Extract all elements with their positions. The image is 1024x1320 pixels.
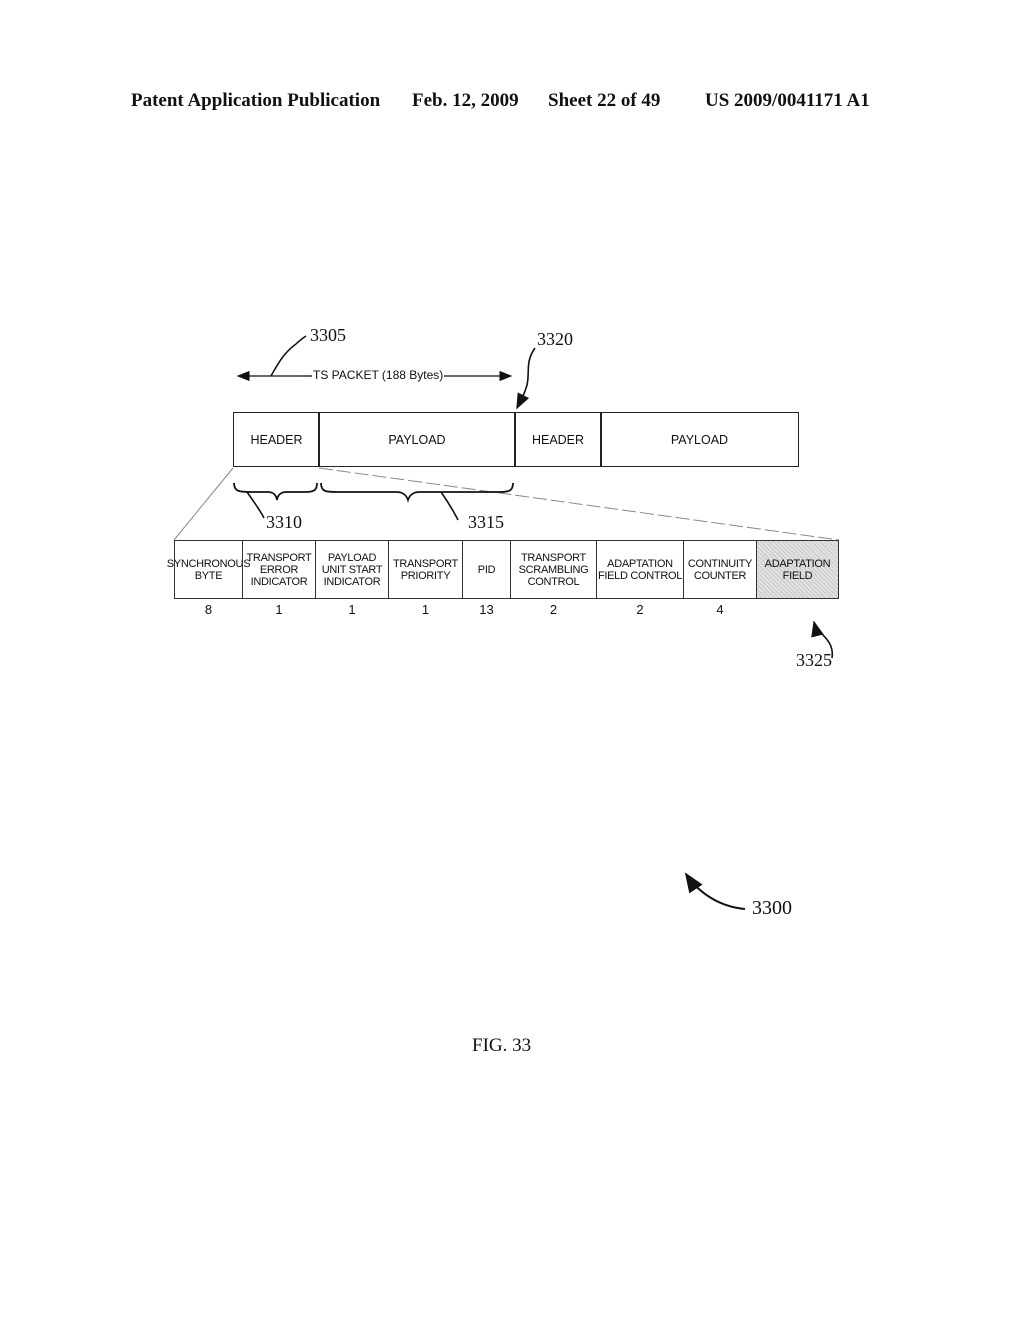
bits-synchronous-byte: 8 xyxy=(204,602,213,617)
bits-transport-priority: 1 xyxy=(421,602,430,617)
expand-line-left xyxy=(173,467,234,541)
figure-caption: FIG. 33 xyxy=(472,1035,532,1056)
field-pid: PID xyxy=(462,540,511,599)
ref-3310: 3310 xyxy=(266,512,302,532)
bits-continuity-counter: 4 xyxy=(716,602,724,617)
leader-3300 xyxy=(684,872,746,910)
packet-1-payload: PAYLOAD xyxy=(318,412,516,467)
bits-adaptation-field-control: 2 xyxy=(636,602,644,617)
field-transport-priority: TRANSPORT PRIORITY xyxy=(388,540,463,599)
ref-3305: 3305 xyxy=(310,325,346,345)
bits-transport-error-indicator: 1 xyxy=(275,602,283,617)
bits-payload-unit-start-indicator: 1 xyxy=(348,602,356,617)
field-continuity-counter: CONTINUITY COUNTER xyxy=(683,540,757,599)
ref-3320: 3320 xyxy=(537,329,573,349)
ref-3325: 3325 xyxy=(796,650,832,670)
ref-3315: 3315 xyxy=(468,512,504,532)
bits-transport-scrambling-control: 2 xyxy=(549,602,558,617)
field-transport-scrambling-control: TRANSPORT SCRAMBLING CONTROL xyxy=(510,540,597,599)
packet-2-payload: PAYLOAD xyxy=(600,412,799,467)
diagram-lines xyxy=(173,335,840,910)
brace-3315 xyxy=(320,482,514,503)
ts-packet-label: TS PACKET (188 Bytes) xyxy=(312,368,445,382)
packet-1-header: HEADER xyxy=(233,412,320,467)
expand-line-right xyxy=(318,467,840,541)
field-transport-error-indicator: TRANSPORT ERROR INDICATOR xyxy=(242,540,316,599)
ref-3300: 3300 xyxy=(752,897,792,919)
leader-3305 xyxy=(270,335,307,377)
leader-3320 xyxy=(516,347,536,410)
field-adaptation-field: ADAPTATION FIELD xyxy=(756,540,839,599)
field-payload-unit-start-indicator: PAYLOAD UNIT START INDICATOR xyxy=(315,540,389,599)
field-adaptation-field-control: ADAPTATION FIELD CONTROL xyxy=(596,540,684,599)
bits-pid: 13 xyxy=(479,602,494,617)
packet-2-header: HEADER xyxy=(514,412,602,467)
brace-3310 xyxy=(233,482,318,501)
field-synchronous-byte: SYNCHRONOUS BYTE xyxy=(167,540,251,599)
